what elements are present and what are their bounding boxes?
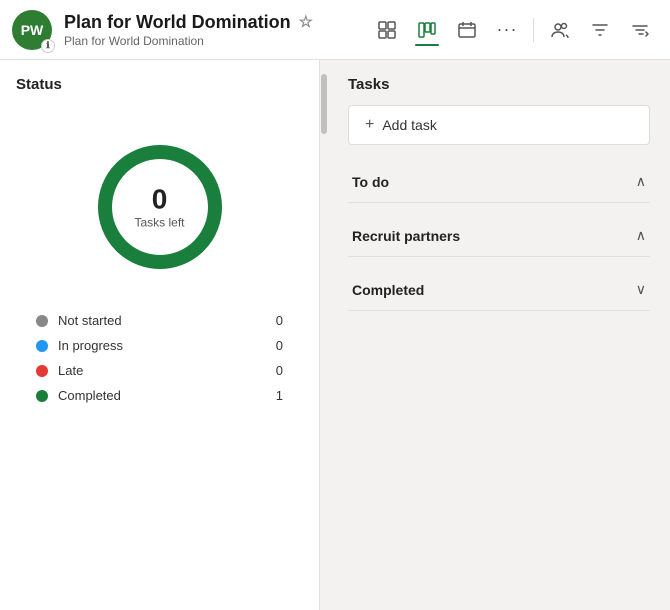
plus-icon: + [365,116,374,134]
people-icon [551,21,569,39]
add-task-label: Add task [382,117,436,133]
tasks-panel-title: Tasks [348,76,650,93]
add-task-button[interactable]: + Add task [348,105,650,145]
scrollbar-thumb[interactable] [321,74,327,134]
legend-count: 0 [267,338,283,353]
donut-chart-container: 0 Tasks left [16,117,303,287]
section-name: To do [352,174,389,190]
task-section: To do ∧ [348,161,650,203]
section-name: Completed [352,282,424,298]
toolbar-divider [533,18,534,42]
section-name: Recruit partners [352,228,460,244]
page-title: Plan for World Domination ☆ [64,12,369,33]
board-view-button[interactable] [409,12,445,48]
status-panel-title: Status [16,76,303,93]
sort-icon [631,21,649,39]
donut-center: 0 Tasks left [134,185,184,230]
tasks-panel: Tasks + Add task To do ∧ Recruit partner… [328,60,670,610]
tasks-left-label: Tasks left [134,215,184,229]
legend-item: Late 0 [36,363,283,378]
section-header[interactable]: To do ∧ [348,161,650,203]
legend-item: Completed 1 [36,388,283,403]
legend-label: Late [58,363,257,378]
grid-icon [378,21,396,39]
legend-label: In progress [58,338,257,353]
calendar-icon [458,21,476,39]
page-subtitle: Plan for World Domination [64,34,369,48]
legend-count: 0 [267,313,283,328]
donut-chart: 0 Tasks left [90,137,230,277]
legend-item: Not started 0 [36,313,283,328]
status-legend: Not started 0 In progress 0 Late 0 Compl… [16,303,303,413]
title-block: Plan for World Domination ☆ Plan for Wor… [64,12,369,48]
more-options-button[interactable]: ··· [489,12,525,48]
chevron-icon: ∨ [636,281,646,298]
task-section: Completed ∨ [348,269,650,311]
main-layout: Status 0 Tasks left Not started 0 [0,60,670,610]
tasks-left-number: 0 [134,185,184,216]
ellipsis-icon: ··· [497,19,518,40]
status-panel: Status 0 Tasks left Not started 0 [0,60,320,610]
section-header[interactable]: Completed ∨ [348,269,650,311]
legend-label: Not started [58,313,257,328]
toolbar: ··· [369,12,658,48]
legend-dot [36,340,48,352]
legend-count: 0 [267,363,283,378]
legend-dot [36,315,48,327]
avatar: PW ℹ [12,10,52,50]
legend-dot [36,365,48,377]
info-icon: ℹ [41,39,55,53]
legend-dot [36,390,48,402]
task-section: Recruit partners ∧ [348,215,650,257]
section-header[interactable]: Recruit partners ∧ [348,215,650,257]
people-button[interactable] [542,12,578,48]
chevron-icon: ∧ [636,173,646,190]
app-header: PW ℹ Plan for World Domination ☆ Plan fo… [0,0,670,60]
calendar-view-button[interactable] [449,12,485,48]
legend-label: Completed [58,388,257,403]
grid-view-button[interactable] [369,12,405,48]
filter-button[interactable] [582,12,618,48]
legend-item: In progress 0 [36,338,283,353]
sort-button[interactable] [622,12,658,48]
chevron-icon: ∧ [636,227,646,244]
star-icon[interactable]: ☆ [299,12,313,32]
scrollbar-area [320,60,328,610]
task-sections: To do ∧ Recruit partners ∧ Completed ∨ [348,161,650,323]
filter-icon [591,21,609,39]
board-icon [418,21,436,39]
legend-count: 1 [267,388,283,403]
